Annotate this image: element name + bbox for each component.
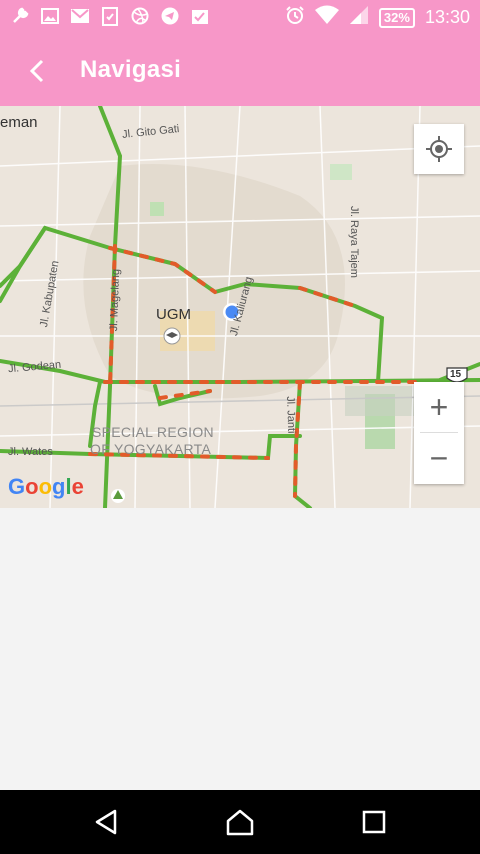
google-logo-letter: g [52, 474, 66, 499]
back-button[interactable] [22, 56, 52, 86]
nav-back-button[interactable] [90, 806, 122, 838]
battery-indicator: 32% [378, 7, 415, 28]
clipboard-icon [100, 6, 120, 26]
nav-recents-button[interactable] [358, 806, 390, 838]
back-arrow-icon [29, 59, 44, 83]
content-area [0, 508, 480, 790]
google-logo: Google [8, 474, 84, 500]
zoom-controls: + − [414, 382, 464, 484]
map-label-region-line2: OF YOGYAKARTA [90, 441, 212, 457]
my-location-button[interactable] [414, 124, 464, 174]
nav-home-button[interactable] [224, 806, 256, 838]
signal-icon [349, 5, 369, 30]
zoom-in-button[interactable]: + [414, 382, 464, 432]
page-title: Navigasi [80, 56, 182, 83]
home-icon [226, 809, 254, 836]
crosshair-icon [426, 136, 452, 162]
map-label-wates: Jl. Wates [8, 446, 53, 458]
zoom-out-button[interactable]: − [414, 433, 464, 483]
map-label-raya-tajem: Jl. Raya Tajem [348, 206, 360, 278]
telegram-icon [160, 6, 180, 26]
clock: 13:30 [424, 7, 470, 27]
status-bar: 32% 13:30 [0, 0, 480, 34]
google-logo-letter: e [71, 474, 84, 499]
recents-icon [362, 810, 386, 834]
google-logo-letter: G [8, 474, 26, 499]
map-label-sleman: eman [0, 114, 38, 131]
notification-icons [10, 6, 210, 26]
map-label-magelang: Jl. Magelang [108, 268, 123, 332]
map-label-janti: Jl. Janti [284, 396, 298, 434]
wrench-icon [10, 6, 30, 26]
google-logo-letter: o [38, 474, 53, 499]
dribbble-icon [130, 6, 150, 26]
checklist-icon [190, 6, 210, 26]
route-shield-label: 15 [450, 369, 462, 380]
back-icon [95, 809, 117, 835]
image-icon [40, 6, 60, 26]
map-label-ugm: UGM [156, 306, 191, 323]
google-logo-letter: o [25, 474, 39, 499]
wifi-icon [314, 5, 339, 30]
alarm-icon [285, 5, 305, 30]
map-label-region-line1: SPECIAL REGION [92, 424, 214, 440]
app-bar: Navigasi [0, 34, 480, 106]
system-icons: 32% 13:30 [285, 5, 470, 30]
gmail-icon [70, 6, 90, 26]
map-view[interactable]: eman Jl. Gito Gati Jl. Raya Tajem Jl. Ka… [0, 106, 480, 508]
system-nav-bar [0, 790, 480, 854]
